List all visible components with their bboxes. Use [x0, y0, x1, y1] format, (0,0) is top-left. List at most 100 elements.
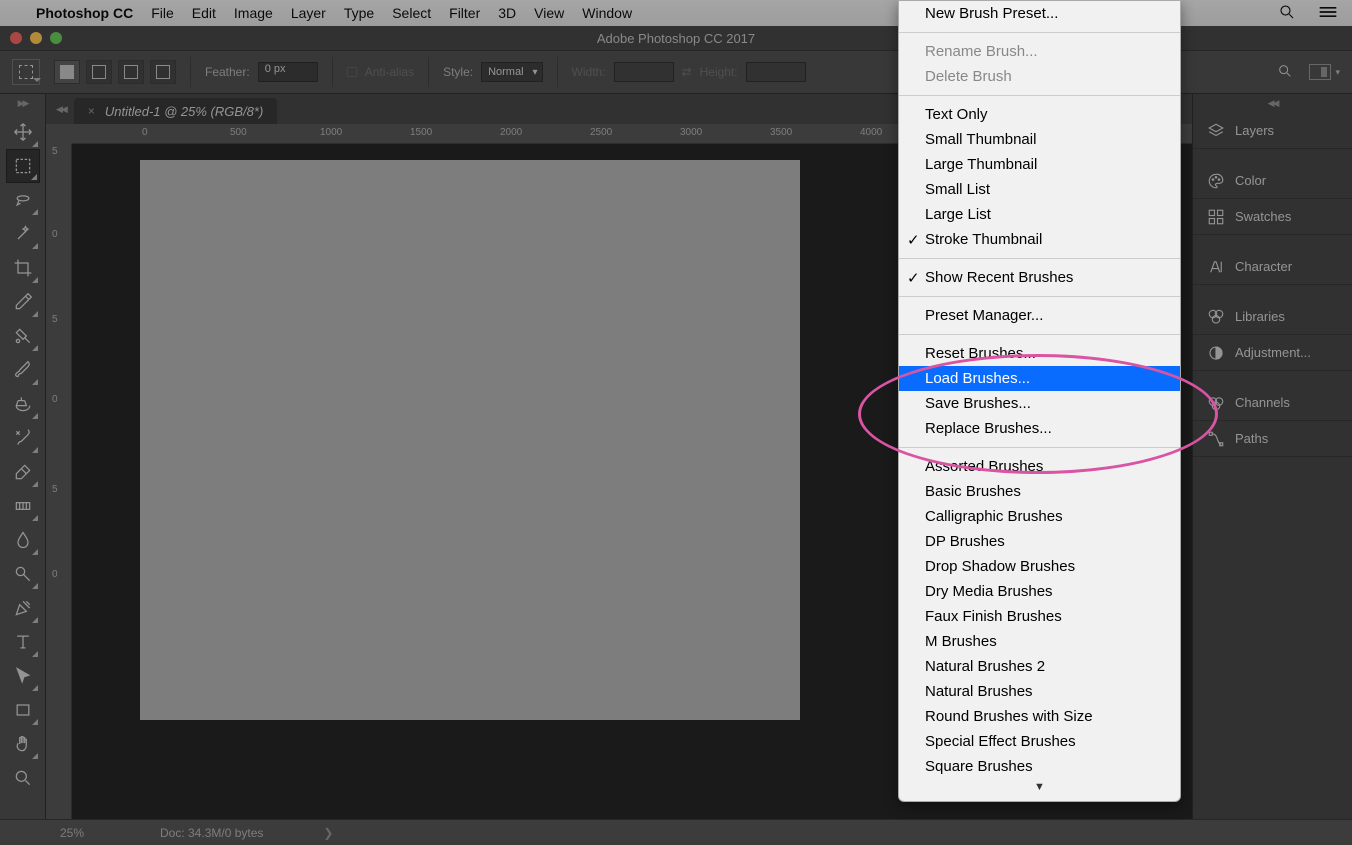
dodge-tool[interactable] — [6, 557, 40, 591]
ctx-replace-brushes[interactable]: Replace Brushes... — [899, 416, 1180, 441]
notification-icon[interactable] — [1318, 5, 1338, 22]
antialias-label: Anti-alias — [365, 65, 414, 79]
panel-character[interactable]: Character — [1193, 249, 1352, 285]
ctx-brushset-specialeffect[interactable]: Special Effect Brushes — [899, 729, 1180, 754]
ctx-delete-brush: Delete Brush — [899, 64, 1180, 89]
selection-mode-group — [54, 60, 176, 84]
collapse-panels[interactable]: ◀◀ — [1193, 98, 1352, 109]
ctx-reset-brushes[interactable]: Reset Brushes... — [899, 341, 1180, 366]
ctx-show-recent[interactable]: Show Recent Brushes — [899, 265, 1180, 290]
app-name[interactable]: Photoshop CC — [34, 5, 135, 21]
menu-select[interactable]: Select — [390, 5, 433, 21]
menu-layer[interactable]: Layer — [289, 5, 328, 21]
feather-input[interactable]: 0 px — [258, 62, 318, 82]
ctx-brushset-basic[interactable]: Basic Brushes — [899, 479, 1180, 504]
selection-mode-add[interactable] — [86, 60, 112, 84]
ctx-stroke-thumb[interactable]: Stroke Thumbnail — [899, 227, 1180, 252]
brush-tool[interactable] — [6, 353, 40, 387]
brush-flyout-menu: New Brush Preset... Rename Brush... Dele… — [898, 0, 1181, 802]
ctx-text-only[interactable]: Text Only — [899, 102, 1180, 127]
ctx-rename-brush: Rename Brush... — [899, 39, 1180, 64]
status-bar: 25% Doc: 34.3M/0 bytes ❯ — [0, 819, 1352, 845]
menu-type[interactable]: Type — [342, 5, 376, 21]
canvas[interactable] — [140, 160, 800, 720]
selection-mode-intersect[interactable] — [150, 60, 176, 84]
lasso-tool[interactable] — [6, 183, 40, 217]
width-label: Width: — [572, 65, 606, 79]
tools-panel: ▶▶ — [0, 94, 46, 819]
doc-info-arrow-icon[interactable]: ❯ — [323, 826, 333, 840]
search-icon[interactable] — [1277, 63, 1293, 82]
menu-filter[interactable]: Filter — [447, 5, 482, 21]
ctx-small-list[interactable]: Small List — [899, 177, 1180, 202]
zoom-tool[interactable] — [6, 761, 40, 795]
panel-adjustments[interactable]: Adjustment... — [1193, 335, 1352, 371]
swap-wh-icon: ⇄ — [682, 65, 692, 79]
document-tab[interactable]: × Untitled-1 @ 25% (RGB/8*) — [74, 98, 277, 124]
menu-3d[interactable]: 3D — [496, 5, 518, 21]
panel-libraries[interactable]: Libraries — [1193, 299, 1352, 335]
eraser-tool[interactable] — [6, 455, 40, 489]
style-label: Style: — [443, 65, 473, 79]
ctx-save-brushes[interactable]: Save Brushes... — [899, 391, 1180, 416]
ctx-brushset-assorted[interactable]: Assorted Brushes — [899, 454, 1180, 479]
spot-heal-tool[interactable] — [6, 319, 40, 353]
gradient-tool[interactable] — [6, 489, 40, 523]
menu-file[interactable]: File — [149, 5, 176, 21]
collapse-tools[interactable]: ▶▶ — [18, 98, 28, 109]
wand-tool[interactable] — [6, 217, 40, 251]
hand-tool[interactable] — [6, 727, 40, 761]
selection-mode-subtract[interactable] — [118, 60, 144, 84]
ctx-scroll-down-icon[interactable]: ▼ — [899, 779, 1180, 795]
eyedropper-tool[interactable] — [6, 285, 40, 319]
ctx-large-thumb[interactable]: Large Thumbnail — [899, 152, 1180, 177]
ctx-brushset-drymedia[interactable]: Dry Media Brushes — [899, 579, 1180, 604]
pen-tool[interactable] — [6, 591, 40, 625]
height-label: Height: — [700, 65, 738, 79]
crop-tool[interactable] — [6, 251, 40, 285]
collapse-tabs[interactable]: ◀◀ — [56, 104, 66, 115]
menu-window[interactable]: Window — [580, 5, 634, 21]
doc-info[interactable]: Doc: 34.3M/0 bytes — [160, 826, 263, 840]
workspace-switcher[interactable]: ▾ — [1309, 64, 1340, 80]
menu-image[interactable]: Image — [232, 5, 275, 21]
spotlight-icon[interactable] — [1278, 3, 1296, 24]
tool-preset-picker[interactable] — [12, 59, 40, 85]
type-tool[interactable] — [6, 625, 40, 659]
path-select-tool[interactable] — [6, 659, 40, 693]
document-tab-title: Untitled-1 @ 25% (RGB/8*) — [105, 104, 263, 119]
ctx-small-thumb[interactable]: Small Thumbnail — [899, 127, 1180, 152]
ctx-load-brushes[interactable]: Load Brushes... — [899, 366, 1180, 391]
panels-dock: ◀◀ Layers Color Swatches Character Libra… — [1192, 94, 1352, 819]
ruler-vertical[interactable]: 5 0 5 0 5 0 — [46, 144, 72, 819]
panel-color[interactable]: Color — [1193, 163, 1352, 199]
style-select[interactable]: Normal — [481, 62, 542, 82]
zoom-level[interactable]: 25% — [60, 826, 120, 840]
ctx-brushset-square[interactable]: Square Brushes — [899, 754, 1180, 779]
ctx-brushset-natural2[interactable]: Natural Brushes 2 — [899, 654, 1180, 679]
ctx-brushset-calligraphic[interactable]: Calligraphic Brushes — [899, 504, 1180, 529]
panel-paths[interactable]: Paths — [1193, 421, 1352, 457]
ctx-brushset-fauxfinish[interactable]: Faux Finish Brushes — [899, 604, 1180, 629]
panel-swatches[interactable]: Swatches — [1193, 199, 1352, 235]
ctx-large-list[interactable]: Large List — [899, 202, 1180, 227]
menu-edit[interactable]: Edit — [190, 5, 218, 21]
blur-tool[interactable] — [6, 523, 40, 557]
history-brush-tool[interactable] — [6, 421, 40, 455]
ctx-preset-manager[interactable]: Preset Manager... — [899, 303, 1180, 328]
ctx-brushset-roundsize[interactable]: Round Brushes with Size — [899, 704, 1180, 729]
ctx-brushset-natural[interactable]: Natural Brushes — [899, 679, 1180, 704]
rectangle-tool[interactable] — [6, 693, 40, 727]
selection-mode-new[interactable] — [54, 60, 80, 84]
ctx-brushset-dropshadow[interactable]: Drop Shadow Brushes — [899, 554, 1180, 579]
ctx-new-brush-preset[interactable]: New Brush Preset... — [899, 1, 1180, 26]
panel-layers[interactable]: Layers — [1193, 113, 1352, 149]
panel-channels[interactable]: Channels — [1193, 385, 1352, 421]
clone-tool[interactable] — [6, 387, 40, 421]
menu-view[interactable]: View — [532, 5, 566, 21]
marquee-tool[interactable] — [6, 149, 40, 183]
move-tool[interactable] — [6, 115, 40, 149]
close-tab-icon[interactable]: × — [88, 104, 95, 118]
ctx-brushset-dp[interactable]: DP Brushes — [899, 529, 1180, 554]
ctx-brushset-m[interactable]: M Brushes — [899, 629, 1180, 654]
